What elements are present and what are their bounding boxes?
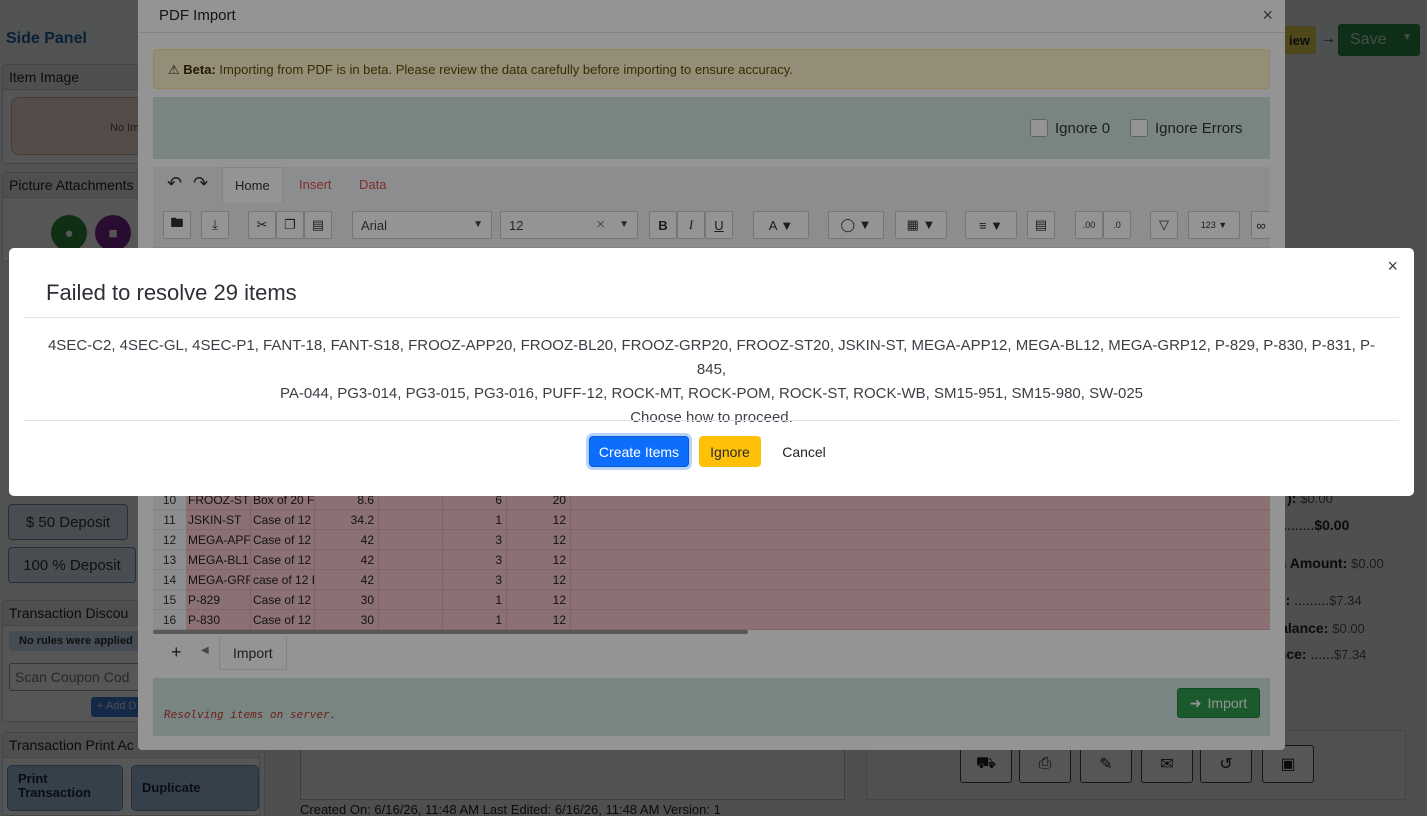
dialog-prompt: Choose how to proceed.: [630, 409, 793, 426]
divider: [24, 317, 1399, 318]
resolve-failed-dialog: × Failed to resolve 29 items 4SEC-C2, 4S…: [9, 248, 1414, 496]
cancel-button[interactable]: Cancel: [771, 436, 837, 467]
failed-items-line: PA-044, PG3-014, PG3-015, PG3-016, PUFF-…: [279, 385, 1144, 402]
create-items-button[interactable]: Create Items: [589, 436, 689, 467]
dialog-body: 4SEC-C2, 4SEC-GL, 4SEC-P1, FANT-18, FANT…: [39, 334, 1384, 430]
dialog-title: Failed to resolve 29 items: [46, 280, 297, 305]
close-icon[interactable]: ×: [1387, 256, 1398, 277]
ignore-button[interactable]: Ignore: [699, 436, 761, 467]
failed-items-line: 4SEC-C2, 4SEC-GL, 4SEC-P1, FANT-18, FANT…: [47, 337, 1376, 378]
divider: [24, 420, 1399, 421]
